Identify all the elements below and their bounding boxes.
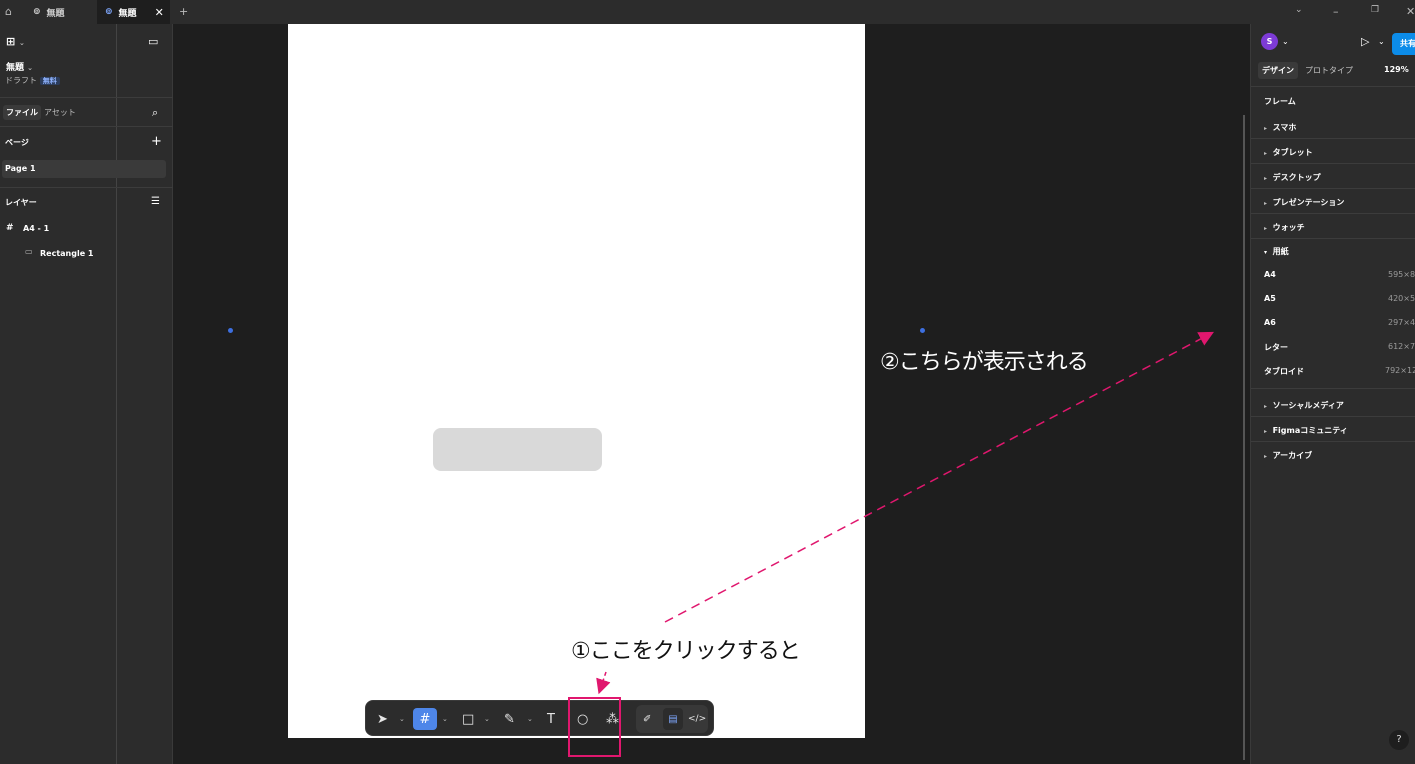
- frame-tool-icon[interactable]: #: [413, 708, 437, 730]
- canvas-scrollbar[interactable]: [1243, 115, 1245, 760]
- help-button[interactable]: ?: [1389, 730, 1409, 750]
- draw-mode-icon[interactable]: ✐: [643, 708, 651, 730]
- bottom-toolbar: ➤ ⌄ # ⌄ □ ⌄ ✎ ⌄ T ○ ⁂ ✐ ▤ </>: [365, 700, 714, 736]
- design-mode-icon[interactable]: ▤: [663, 708, 683, 730]
- annotation-step1: ①ここをクリックすると: [571, 639, 801, 664]
- mode-switcher: ✐ ▤ </>: [636, 705, 708, 733]
- chevron-down-icon[interactable]: ⌄: [1378, 37, 1385, 46]
- share-button[interactable]: 共有: [1392, 33, 1415, 55]
- right-panel: S ⌄ ▷ ⌄ 共有 デザイン プロトタイプ 129% フレーム ▸ スマホ ▸…: [1250, 24, 1415, 764]
- arrow-to-panel: [664, 331, 1214, 623]
- zoom-level[interactable]: 129%: [1384, 65, 1409, 74]
- dev-mode-icon[interactable]: </>: [688, 708, 706, 730]
- present-icon[interactable]: ▷: [1361, 35, 1369, 48]
- text-tool-icon[interactable]: T: [547, 708, 555, 730]
- tab-prototype[interactable]: プロトタイプ: [1305, 65, 1353, 76]
- frame-heading: フレーム: [1264, 97, 1296, 106]
- move-tool-icon[interactable]: ➤: [377, 708, 388, 730]
- chevron-down-icon[interactable]: ⌄: [484, 708, 490, 730]
- chevron-down-icon[interactable]: ⌄: [1282, 37, 1289, 46]
- annotation-step2: ②こちらが表示される: [880, 350, 1089, 375]
- avatar[interactable]: S: [1261, 33, 1278, 50]
- frame-tool-highlight: [568, 697, 621, 757]
- arrow-to-tool: [596, 671, 611, 695]
- chevron-down-icon[interactable]: ⌄: [527, 708, 533, 730]
- chevron-down-icon[interactable]: ⌄: [442, 708, 448, 730]
- pen-tool-icon[interactable]: ✎: [504, 708, 515, 730]
- rectangle-tool-icon[interactable]: □: [462, 708, 474, 730]
- tab-design[interactable]: デザイン: [1258, 62, 1298, 79]
- chevron-down-icon[interactable]: ⌄: [399, 708, 405, 730]
